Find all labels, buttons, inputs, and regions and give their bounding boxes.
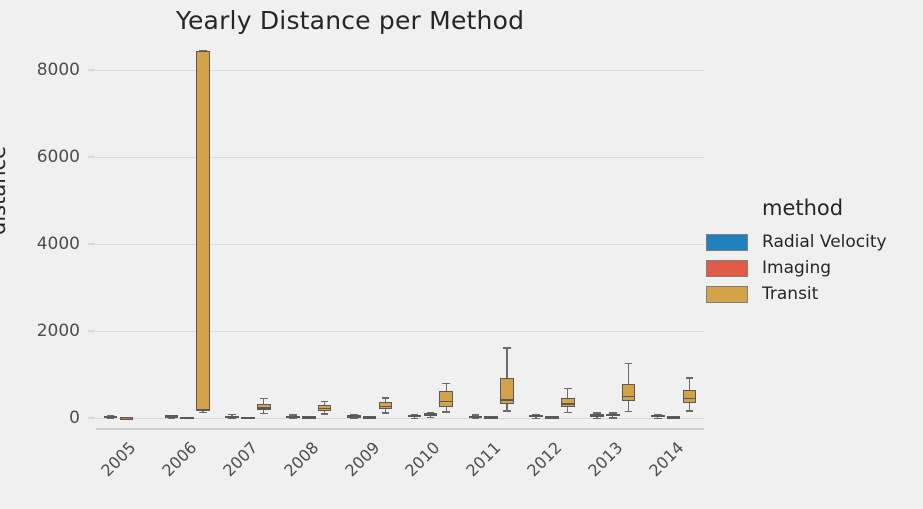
y-tick-mark xyxy=(88,330,95,332)
legend-item-radial-velocity[interactable]: Radial Velocity xyxy=(706,229,921,255)
whisker-upper xyxy=(688,377,691,390)
y-tick-label: 4000 xyxy=(36,234,80,255)
box-iqr xyxy=(682,389,697,403)
legend-item-transit[interactable]: Transit xyxy=(706,281,921,307)
legend-item-imaging[interactable]: Imaging xyxy=(706,255,921,281)
x-tick-label: 2010 xyxy=(401,438,444,481)
x-tick-label: 2008 xyxy=(280,438,323,481)
plot-area: 0 2000 4000 6000 8000 xyxy=(37,40,704,430)
legend-item-label: Imaging xyxy=(762,258,832,278)
legend-swatch-icon xyxy=(706,259,748,277)
median-line xyxy=(682,397,697,400)
y-axis-label: distance xyxy=(0,146,10,235)
legend-swatch-icon xyxy=(706,233,748,251)
y-tick-label: 0 xyxy=(69,408,80,429)
cap-upper xyxy=(685,377,694,379)
x-tick-label: 2011 xyxy=(462,438,505,481)
legend: method Radial Velocity Imaging Transit xyxy=(706,196,921,307)
y-tick-mark xyxy=(88,417,95,419)
x-tick-label: 2006 xyxy=(158,438,201,481)
chart-root: Yearly Distance per Method 0 2000 4000 6000… xyxy=(0,0,923,509)
whisker-lower xyxy=(688,402,691,411)
y-tick-label: 6000 xyxy=(36,147,80,168)
x-tick-label: 2014 xyxy=(644,438,688,481)
x-tick-label: 2005 xyxy=(97,438,140,481)
y-tick-mark xyxy=(88,243,95,245)
boxplot-box xyxy=(96,40,704,429)
y-tick-label: 2000 xyxy=(36,321,80,342)
y-tick-label: 8000 xyxy=(36,60,80,81)
x-tick-label: 2009 xyxy=(340,438,384,481)
legend-title: method xyxy=(762,196,844,220)
chart-title: Yearly Distance per Method xyxy=(175,6,525,35)
x-tick-label: 2007 xyxy=(219,438,262,481)
x-tick-label: 2013 xyxy=(584,438,627,481)
x-tick-label: 2012 xyxy=(523,438,566,481)
legend-item-label: Radial Velocity xyxy=(762,232,887,252)
y-tick-mark xyxy=(88,69,95,71)
legend-item-label: Transit xyxy=(762,284,819,304)
cap-lower xyxy=(685,410,694,412)
y-tick-mark xyxy=(88,156,95,158)
legend-rows: Radial Velocity Imaging Transit xyxy=(706,229,921,307)
legend-swatch-icon xyxy=(706,285,748,303)
